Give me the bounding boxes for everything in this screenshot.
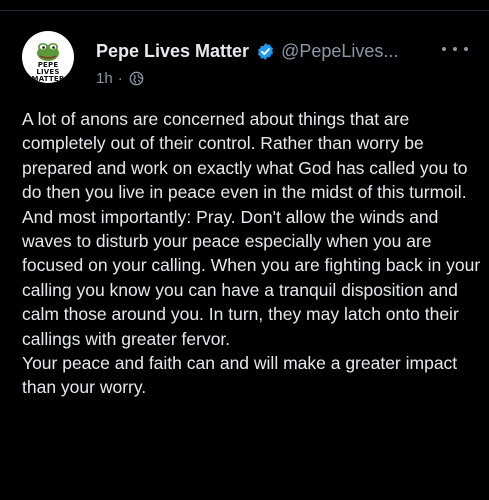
globe-icon bbox=[129, 71, 144, 86]
avatar-text-line: MATTER bbox=[31, 75, 65, 83]
more-dot bbox=[442, 47, 446, 51]
post-paragraph: Your peace and faith can and will make a… bbox=[22, 353, 458, 398]
avatar-text: PEPE LIVES MATTER bbox=[22, 62, 74, 83]
post-paragraph: A lot of anons are concerned about thing… bbox=[22, 109, 481, 349]
post-header: Pepe Lives Matter @PepeLives... bbox=[96, 40, 398, 62]
avatar[interactable]: PEPE LIVES MATTER bbox=[22, 31, 74, 83]
more-options-icon[interactable] bbox=[442, 42, 468, 56]
author-handle[interactable]: @PepeLives... bbox=[281, 41, 398, 62]
more-dot bbox=[464, 47, 468, 51]
verified-badge-icon bbox=[256, 42, 275, 61]
post-card[interactable]: PEPE LIVES MATTER Pepe Lives Matter @Pep… bbox=[0, 11, 489, 500]
post-timestamp[interactable]: 1h bbox=[96, 70, 113, 87]
more-dot bbox=[453, 47, 457, 51]
meta-separator: · bbox=[117, 69, 123, 87]
post-meta: 1h · bbox=[96, 68, 144, 88]
top-divider bbox=[0, 0, 489, 11]
author-display-name[interactable]: Pepe Lives Matter bbox=[96, 41, 249, 62]
post-body: A lot of anons are concerned about thing… bbox=[22, 107, 482, 400]
